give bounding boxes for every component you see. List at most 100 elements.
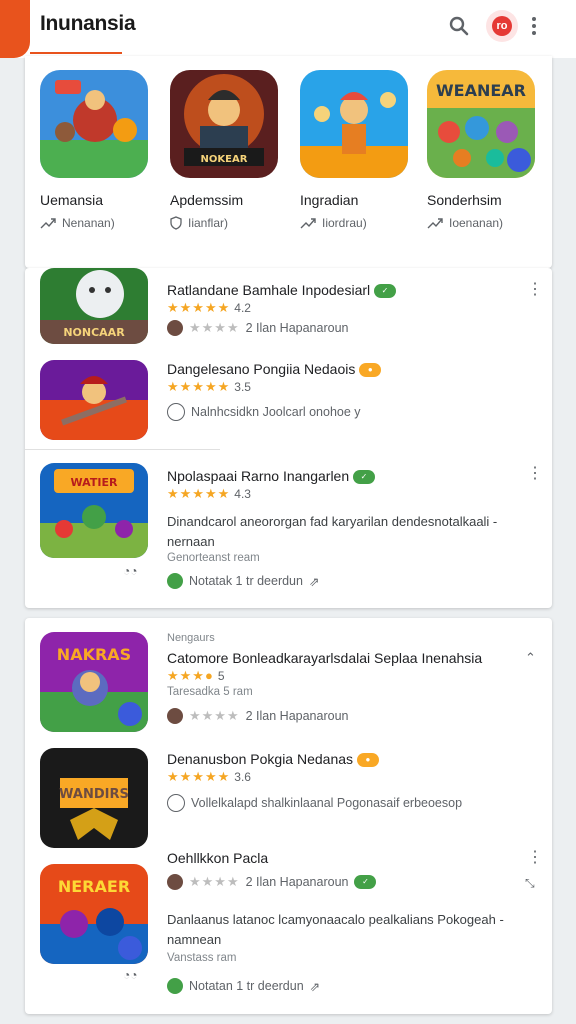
app-title[interactable]: Dangelesano Pongiia Nedaois ● [167, 361, 382, 378]
chevron-up-icon[interactable]: ⌃ [525, 650, 536, 666]
thumbnail-art-text: NONCAAR [63, 326, 125, 339]
developer-avatar [167, 874, 183, 890]
featured-app-meta: Nenanan) [40, 216, 148, 230]
star-rating-grey-icon: ★★★★ [189, 874, 240, 889]
app-meta-text: Notatan 1 tr deerdun [189, 979, 304, 993]
app-title[interactable]: Denanusbon Pokgia Nedanas ● [167, 751, 379, 768]
thumbnail-art-text: WANDIRS [59, 787, 129, 802]
app-meta-text: Nalnhcsidkn Joolcarl onohoe y [191, 405, 361, 419]
app-meta-text: 2 Ilan Hapanaroun [245, 321, 349, 335]
app-meta-line: Vollelkalapd shalkinlaanal Pogonasaif er… [167, 794, 462, 812]
app-title: Inunansia [40, 12, 136, 35]
comment-icon[interactable]: ◔◔ [123, 564, 138, 578]
radio-circle-icon[interactable] [167, 794, 185, 812]
star-rating-icon: ★★★★★ [167, 769, 231, 784]
developer-avatar [167, 573, 183, 589]
app-title[interactable]: Catomore Bonleadkarayarlsdalai Seplaa In… [167, 650, 482, 666]
app-thumbnail[interactable]: NONCAAR [40, 268, 148, 344]
trending-icon [427, 218, 443, 229]
app-rating: ★★★★★ 3.5 [167, 379, 251, 395]
app-thumbnail[interactable]: WANDIRS [40, 748, 148, 848]
share-icon[interactable]: ⇗ [309, 574, 319, 589]
app-meta-text: Vollelkalapd shalkinlaanal Pogonasaif er… [191, 796, 463, 810]
app-rating: ★★★★★ 4.2 [167, 300, 251, 316]
radio-circle-icon[interactable] [167, 403, 185, 421]
featured-app-3[interactable]: WEANEAR Sonderhsim Ioenanan) [427, 70, 535, 230]
app-title[interactable]: Oehllkkon Pacla [167, 850, 268, 866]
rating-value: 4.3 [234, 487, 251, 501]
store-page: Inunansia ro Uemansia Nenanan) NOKEAR Ap… [0, 0, 576, 1024]
featured-app-name: Sonderhsim [427, 192, 502, 208]
app-description: Danlaanus latanoc lcamyonaacalo pealkali… [167, 912, 504, 947]
app-rating: ★★★● 5 [167, 668, 225, 684]
app-rating: ★★★★★ 3.6 [167, 769, 251, 785]
app-title[interactable]: Ratlandane Bamhale Inpodesiarl ✓ [167, 282, 397, 299]
comment-icon[interactable]: ◔◔ [123, 968, 138, 982]
rating-value: 4.2 [234, 301, 251, 315]
share-icon[interactable]: ⇗ [310, 979, 320, 994]
app-title[interactable]: Npolaspaai Rarno Inangarlen ✓ [167, 468, 376, 485]
app-meta-line: ★★★★ 2 Ilan Hapanaroun [167, 708, 348, 724]
brand-underline [30, 52, 122, 54]
shield-icon [170, 216, 182, 230]
app-meta-line: ★★★★ 2 Ilan Hapanaroun ✓ [167, 874, 377, 890]
app-icon: WEANEAR [427, 70, 535, 178]
section-label: Nengaurs [167, 632, 215, 644]
developer-avatar [167, 320, 183, 336]
verified-badge: ✓ [374, 284, 397, 299]
featured-app-0[interactable]: Uemansia Nenanan) [40, 70, 148, 230]
app-thumbnail[interactable]: NAKRAS [40, 632, 148, 732]
rating-value: 3.5 [234, 380, 251, 394]
thumbnail-art-text: NERAER [58, 877, 130, 896]
developer-avatar [167, 708, 183, 724]
app-icon: NOKEAR [170, 70, 278, 178]
featured-app-meta-text: Iianflar) [188, 216, 229, 230]
account-button[interactable]: ro [486, 10, 518, 42]
more-vert-icon[interactable]: ⋮ [527, 850, 543, 866]
svg-text:WATIER: WATIER [71, 476, 118, 489]
divider [25, 449, 220, 450]
featured-app-meta: Ioenanan) [427, 216, 535, 230]
brand-accent [0, 0, 30, 58]
more-options-button[interactable] [520, 10, 548, 42]
featured-app-1[interactable]: NOKEAR Apdemssim Iianflar) [170, 70, 278, 230]
app-title-text: Npolaspaai Rarno Inangarlen [167, 468, 350, 484]
search-button[interactable] [443, 10, 475, 42]
featured-app-meta-text: Nenanan) [62, 216, 115, 230]
featured-app-2[interactable]: Ingradian Iiordrau) [300, 70, 408, 230]
more-vert-icon[interactable]: ⋮ [527, 466, 543, 482]
featured-card: Uemansia Nenanan) NOKEAR Apdemssim Iianf… [25, 56, 552, 268]
rating-value: 3.6 [234, 770, 251, 784]
verified-badge: ✓ [354, 875, 377, 889]
app-thumbnail[interactable]: WATIER [40, 463, 148, 558]
featured-app-meta-text: Ioenanan) [449, 216, 504, 230]
featured-app-name: Ingradian [300, 192, 359, 208]
app-icon [40, 70, 148, 178]
more-vert-icon [532, 17, 536, 35]
more-vert-icon[interactable]: ⋮ [527, 282, 543, 298]
app-list-card-1: NONCAAR Ratlandane Bamhale Inpodesiarl ✓… [25, 268, 552, 608]
app-thumbnail[interactable] [40, 360, 148, 440]
app-title-text: Ratlandane Bamhale Inpodesiarl [167, 282, 371, 298]
app-meta-line: ★★★★ 2 Ilan Hapanaroun [167, 320, 348, 336]
trending-icon [40, 218, 56, 229]
app-title-text: Catomore Bonleadkarayarlsdalai Seplaa In… [167, 650, 483, 666]
featured-app-meta: Iiordrau) [300, 216, 408, 230]
rating-value: 5 [217, 669, 225, 683]
app-title-text: Dangelesano Pongiia Nedaois [167, 361, 356, 377]
app-rating: ★★★★★ 4.3 [167, 486, 251, 502]
star-rating-icon: ★★★★★ [167, 379, 231, 394]
app-thumbnail[interactable]: NERAER [40, 864, 148, 964]
app-title-text: Oehllkkon Pacla [167, 850, 269, 866]
app-subtitle: Taresadka 5 ram [167, 686, 253, 698]
developer-avatar [167, 978, 183, 994]
star-rating-icon: ★★★★★ [167, 486, 231, 501]
featured-app-name: Apdemssim [170, 192, 244, 208]
app-description: Dinandcarol aneororgan fad karyarilan de… [167, 514, 498, 549]
app-icon [300, 70, 408, 178]
avatar: ro [492, 16, 512, 36]
collapse-icon[interactable]: ⤡ [525, 876, 535, 891]
featured-app-name: Uemansia [40, 192, 104, 208]
star-rating-grey-icon: ★★★★ [189, 320, 240, 335]
badge-yellow: ● [356, 753, 379, 768]
